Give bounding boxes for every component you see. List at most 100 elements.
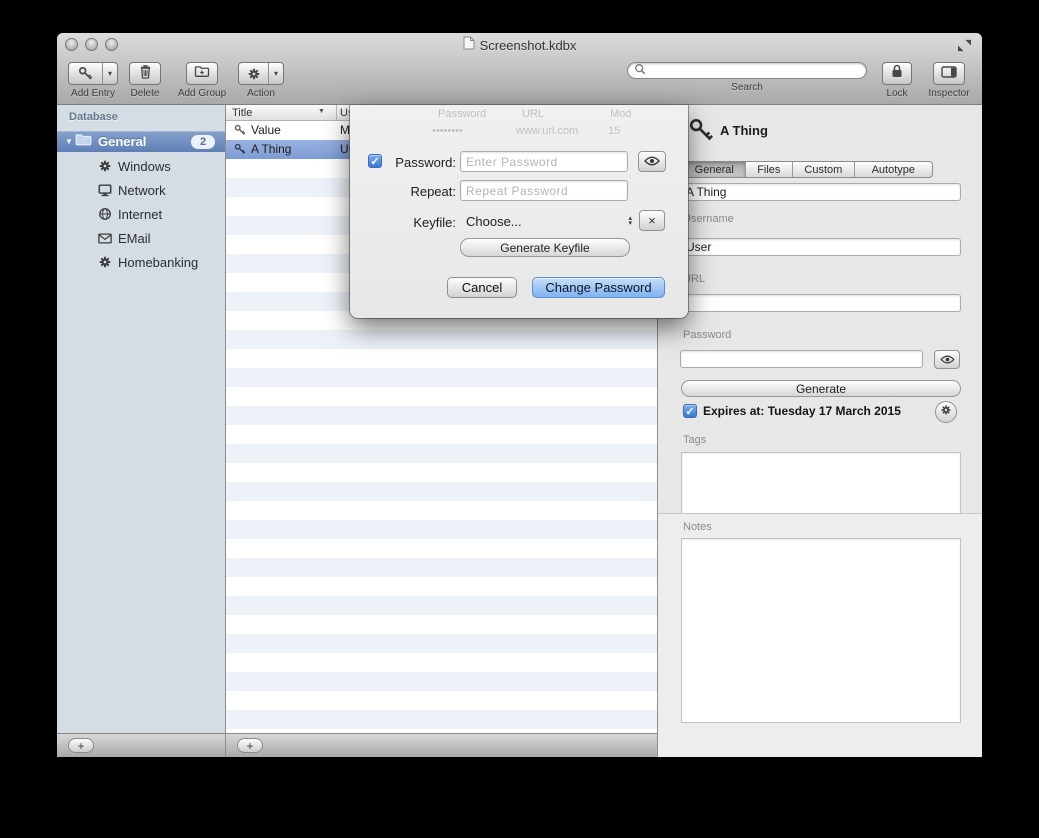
tab-files[interactable]: Files [746, 162, 794, 177]
sidebar-footer-bar: + [57, 733, 226, 757]
checkmark-icon: ✓ [685, 405, 694, 418]
tab-autotype[interactable]: Autotype [855, 162, 932, 177]
clear-keyfile-button[interactable]: × [639, 210, 665, 231]
column-header-title[interactable]: Title [232, 107, 252, 119]
add-group-footer-button[interactable]: + [68, 738, 94, 753]
tab-label: Custom [804, 164, 842, 176]
tab-custom[interactable]: Custom [793, 162, 855, 177]
sheet-repeat-input[interactable] [460, 180, 628, 201]
lock-label: Lock [886, 88, 907, 99]
entry-title: Value [251, 123, 281, 137]
delete-label: Delete [131, 88, 160, 99]
sidebar-item-homebanking[interactable]: Homebanking [57, 250, 225, 274]
search-field[interactable] [627, 62, 867, 79]
search-icon [634, 62, 646, 80]
column-divider[interactable] [336, 105, 337, 121]
entry-title: A Thing [251, 142, 291, 156]
checkmark-icon: ✓ [370, 155, 379, 168]
desktop-background: Screenshot.kdbx ▾ Add Entry Delete [0, 0, 1039, 838]
add-entry-button[interactable]: ▾ [68, 62, 118, 85]
username-field[interactable] [680, 238, 961, 256]
inspector-toggle-button[interactable] [933, 62, 965, 85]
sheet-show-password-button[interactable] [638, 151, 666, 172]
add-group-button[interactable] [186, 62, 218, 85]
titlebar: Screenshot.kdbx [57, 37, 982, 53]
globe-icon [97, 207, 113, 221]
chevron-down-icon[interactable]: ▾ [268, 63, 283, 84]
toolbar-item-delete: Delete [123, 62, 167, 99]
sidebar-group-general[interactable]: ▼ General 2 [57, 131, 225, 152]
title-field[interactable] [680, 183, 961, 201]
gear-icon [239, 67, 268, 81]
ghost-url-value: www.url.com [516, 125, 578, 137]
gear-icon [940, 403, 952, 421]
sheet-keyfile-label: Keyfile: [382, 215, 456, 230]
trash-icon [139, 64, 152, 84]
entry-count-badge: 2 [191, 135, 215, 149]
sidebar-item-windows[interactable]: Windows [57, 154, 225, 178]
toolbar-item-action: ▾ Action [237, 62, 285, 99]
tab-label: Autotype [872, 164, 915, 176]
sidebar: Database ▼ General 2 Windows Network Int… [57, 105, 226, 733]
password-field[interactable] [680, 350, 923, 368]
key-icon [234, 143, 246, 158]
sidebar-item-network[interactable]: Network [57, 178, 225, 202]
eye-icon [940, 351, 955, 369]
eye-icon [644, 153, 660, 171]
key-icon [69, 66, 102, 81]
toolbar-item-search: Search [622, 62, 872, 93]
sidebar-item-email[interactable]: EMail [57, 226, 225, 250]
change-password-sheet: Password URL Mod •••••••• www.url.com 15… [350, 105, 688, 318]
sidebar-section-header: Database [69, 111, 118, 123]
tags-label: Tags [683, 434, 706, 446]
tab-label: Files [757, 164, 780, 176]
notes-label: Notes [683, 521, 712, 533]
window-title: Screenshot.kdbx [480, 38, 577, 53]
search-input[interactable] [650, 64, 860, 78]
show-password-button[interactable] [934, 350, 960, 369]
disclosure-triangle-icon[interactable]: ▼ [65, 137, 75, 146]
action-button[interactable]: ▾ [238, 62, 284, 85]
ghost-column-url: URL [522, 108, 544, 120]
password-checkbox[interactable]: ✓ [368, 154, 382, 168]
ghost-column-modified: Mod [610, 108, 631, 120]
change-password-button[interactable]: Change Password [532, 277, 665, 298]
inspector-panel-icon [941, 65, 957, 83]
generate-keyfile-button[interactable]: Generate Keyfile [460, 238, 630, 257]
toolbar-item-inspector: Inspector [923, 62, 975, 99]
keyfile-popup-button[interactable]: Choose... ▴ ▾ [460, 211, 632, 231]
add-group-label: Add Group [178, 88, 226, 99]
lock-button[interactable] [882, 62, 912, 85]
action-label: Action [247, 88, 275, 99]
gear-icon [97, 159, 113, 173]
keyfile-selected-value: Choose... [460, 214, 628, 229]
change-password-button-label: Change Password [545, 280, 651, 295]
password-label: Password [683, 329, 731, 341]
username-label: Username [683, 213, 734, 225]
sidebar-item-label: Network [118, 183, 166, 198]
sheet-password-label: Password: [382, 155, 456, 170]
sort-indicator-icon: ▼ [318, 108, 325, 115]
tab-general[interactable]: General [684, 162, 746, 177]
sidebar-item-internet[interactable]: Internet [57, 202, 225, 226]
fullscreen-icon[interactable] [957, 39, 972, 57]
delete-button[interactable] [129, 62, 161, 85]
cancel-button[interactable]: Cancel [447, 277, 517, 298]
url-field[interactable] [680, 294, 961, 312]
close-icon: × [648, 214, 656, 227]
add-entry-footer-button[interactable]: + [237, 738, 263, 753]
notes-area[interactable] [681, 538, 961, 723]
ghost-column-password: Password [438, 108, 486, 120]
generate-password-button[interactable]: Generate [681, 380, 961, 397]
tags-area[interactable] [681, 452, 961, 514]
add-entry-label: Add Entry [71, 88, 115, 99]
cancel-button-label: Cancel [462, 280, 502, 295]
sheet-password-input[interactable] [460, 151, 628, 172]
generate-keyfile-label: Generate Keyfile [500, 241, 589, 255]
folder-plus-icon [194, 65, 210, 83]
chevron-down-icon[interactable]: ▾ [102, 63, 117, 84]
sidebar-item-label: Windows [118, 159, 171, 174]
toolbar-item-add-group: Add Group [173, 62, 231, 99]
expires-checkbox[interactable]: ✓ [683, 404, 697, 418]
expiry-options-button[interactable] [935, 401, 957, 423]
